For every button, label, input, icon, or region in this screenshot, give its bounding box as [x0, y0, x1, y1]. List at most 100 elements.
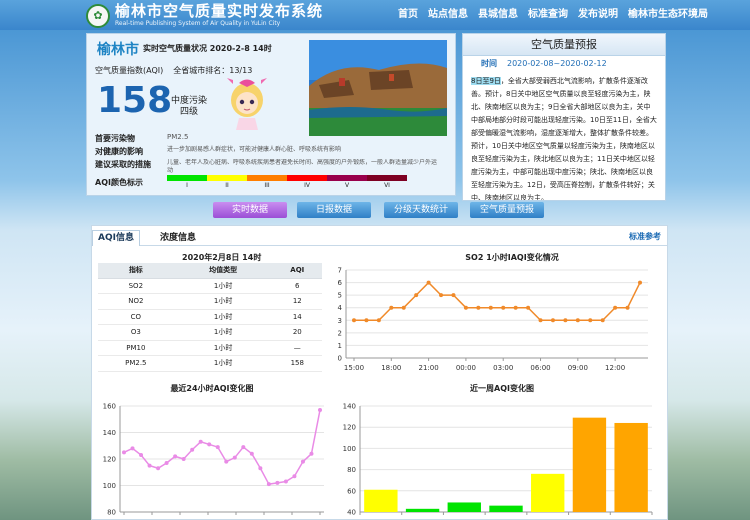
aqi-24h-data-point [275, 480, 280, 485]
aq-forecast-button[interactable]: 空气质量预报 [470, 202, 544, 218]
aqi-24h-data-point [309, 451, 314, 456]
cell-aqi: 20 [272, 324, 322, 341]
y-tick-label: 120 [343, 424, 356, 432]
y-tick-label: 1 [338, 342, 342, 350]
forecast-text[interactable]: 8日至9日，全省大部受弱西北气流影响，扩散条件逐渐改善。预计，8日关中地区空气质… [463, 72, 665, 200]
nav-standard-query[interactable]: 标准查询 [528, 5, 568, 20]
y-tick-label: 3 [338, 317, 342, 325]
y-tick-label: 100 [343, 445, 356, 453]
daily-data-button[interactable]: 日报数据 [297, 202, 371, 218]
forecast-date-range: 2020-02-08~2020-02-12 [507, 59, 607, 68]
aqi-24h-data-point [300, 459, 305, 464]
standard-reference-link[interactable]: 标准参考 [629, 231, 661, 242]
aqi-week-chart-title: 近一周AQI变化图 [470, 384, 534, 393]
aqi-24h-chart-title: 最近24小时AQI变化图 [170, 384, 254, 393]
forecast-body: ，全省大部受弱西北气流影响，扩散条件逐渐改善。预计，8日关中地区空气质量以良至轻… [471, 77, 657, 200]
cell-indicator: PM2.5 [98, 355, 174, 372]
table-row: CO 1小时 14 [98, 309, 322, 325]
aqi-24h-data-point [147, 463, 152, 468]
aqi-24h-data-point [292, 474, 297, 479]
so2-data-point [501, 305, 506, 310]
y-tick-label: 2 [338, 329, 342, 337]
forecast-highlight: 8日至9日 [471, 77, 501, 85]
nav-release-notes[interactable]: 发布说明 [578, 5, 618, 20]
nav-county-info[interactable]: 县城信息 [478, 5, 518, 20]
so2-data-point [476, 305, 481, 310]
city-aqi-panel: 榆林市 实时空气质量状况 2020-2-8 14时 空气质量指数(AQI) 全省… [86, 33, 456, 196]
y-tick-label: 140 [103, 429, 116, 437]
aqi-level-swatch [247, 175, 287, 181]
aqi-week-bar [572, 417, 607, 512]
aqi-level-swatch [167, 175, 207, 181]
status-title: 实时空气质量状况 2020-2-8 14时 [143, 44, 272, 53]
nav-home[interactable]: 首页 [398, 5, 418, 20]
so2-data-point [439, 293, 444, 298]
aqi-level-label: IV [304, 182, 310, 189]
so2-data-point [638, 280, 642, 285]
x-tick-label: 21:00 [419, 364, 439, 372]
aqi-level-swatch [367, 175, 407, 181]
x-tick-label: 00:00 [456, 364, 476, 372]
city-landmark-photo [309, 40, 447, 136]
table-date-title: 2020年2月8日 14时 [182, 253, 262, 262]
forecast-time-label: 时间 [481, 59, 497, 68]
site-subtitle: Real-time Publishing System of Air Quali… [115, 20, 281, 27]
forecast-title: 空气质量预报 [463, 34, 665, 56]
y-tick-label: 6 [338, 279, 343, 287]
pollutant-table: 指标 均值类型 AQI SO2 1小时 6 NO2 1小时 12 CO 1小时 14 O3 1… [98, 263, 322, 372]
aqi-level-label: II [225, 182, 229, 189]
so2-data-point [426, 280, 431, 285]
x-tick-label: 03:00 [493, 364, 513, 372]
cell-aqi: 14 [272, 309, 322, 325]
so2-data-point [538, 318, 543, 323]
y-tick-label: 100 [103, 482, 116, 490]
realtime-data-button[interactable]: 实时数据 [213, 202, 287, 218]
aqi-24h-data-point [232, 455, 237, 460]
aqi-24h-data-point [156, 466, 161, 471]
nav-ecology-bureau[interactable]: 榆林市生态环境局 [628, 5, 708, 20]
so2-data-point [352, 318, 356, 323]
aqi-24h-data-point [283, 479, 288, 484]
so2-data-point [526, 305, 531, 310]
y-tick-label: 5 [338, 292, 342, 300]
aqi-24h-data-point [258, 466, 263, 471]
y-tick-label: 80 [107, 509, 116, 517]
top-nav: 首页 站点信息 县城信息 标准查询 发布说明 榆林市生态环境局 [398, 5, 718, 20]
site-logo[interactable]: ✿ 榆林市空气质量实时发布系统 Real-time Publishing Sys… [86, 3, 323, 28]
y-tick-label: 80 [347, 466, 356, 474]
table-row: PM10 1小时 — [98, 340, 322, 356]
so2-data-point [550, 318, 555, 323]
table-row: SO2 1小时 6 [98, 278, 322, 294]
pollution-grade: 四级 [180, 107, 199, 117]
aqi-24h-data-point [181, 457, 186, 461]
tab-concentration[interactable]: 浓度信息 [160, 230, 196, 243]
x-tick-label: 09:00 [568, 364, 588, 372]
cell-aqi: 12 [272, 293, 322, 310]
aqi-week-bar [405, 508, 440, 512]
nav-station-info[interactable]: 站点信息 [428, 5, 468, 20]
grade-days-stats-button[interactable]: 分级天数统计 [384, 202, 458, 218]
cell-indicator: SO2 [98, 278, 174, 294]
x-tick-label: 06:00 [530, 364, 550, 372]
aqi-color-scale [167, 175, 407, 181]
so2-data-point [364, 318, 369, 323]
cell-indicator: NO2 [98, 293, 174, 310]
aqi-24h-data-point [198, 439, 203, 444]
so2-data-point [613, 305, 618, 310]
tab-aqi-info[interactable]: AQI信息 [92, 230, 140, 246]
col-aqi: AQI [272, 263, 322, 279]
aqi-24h-data-point [207, 442, 212, 447]
aqi-24h-data-point [190, 447, 195, 452]
primary-pollutant-value: PM2.5 [167, 133, 189, 141]
mascot-icon [227, 78, 267, 130]
so2-data-point [463, 305, 468, 310]
so2-data-point [414, 293, 419, 298]
y-tick-label: 60 [347, 487, 356, 495]
cell-avg-type: 1小时 [173, 293, 273, 310]
aqi-level-label: III [264, 182, 270, 189]
cell-indicator: CO [98, 309, 174, 325]
aqi-week-bar [614, 422, 648, 512]
aqi-level-label: I [186, 182, 188, 189]
aqi-level-labels: I II III IV V VI [167, 182, 407, 189]
cell-avg-type: 1小时 [173, 340, 273, 356]
